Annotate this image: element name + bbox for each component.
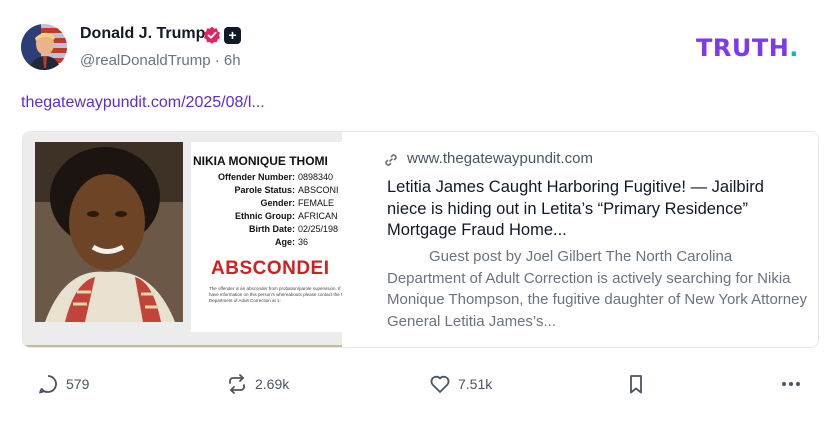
like-button[interactable]: 7.51k: [429, 372, 492, 396]
more-options-button[interactable]: [780, 372, 809, 396]
absconder-stamp: ABSCONDEI: [211, 258, 330, 279]
card-description-text: Guest post by Joel Gilbert The North Car…: [387, 248, 807, 330]
logo-text: TRUTH: [696, 34, 790, 62]
author-avatar[interactable]: [21, 24, 67, 70]
heart-icon: [430, 375, 450, 393]
info-row: Birth Date: 02/25/198: [248, 224, 339, 234]
card-title[interactable]: Letitia James Caught Harboring Fugitive!…: [387, 177, 797, 242]
image-bottom-border: [23, 345, 342, 347]
card-domain: www.thegatewaypundit.com: [407, 150, 593, 167]
retruth-count: 2.69k: [255, 376, 290, 392]
bookmark-button[interactable]: [625, 372, 654, 396]
link-chain-icon: [383, 152, 399, 168]
info-row: Gender: FEMALE: [260, 198, 335, 208]
fine-print: The offender is an absconder from probat…: [209, 286, 342, 303]
card-description: Guest post by Joel Gilbert The North Car…: [387, 246, 807, 332]
more-dots-icon: [782, 382, 800, 386]
truth-post: Donald J. Trump + @realDonaldTrump · 6h …: [0, 0, 840, 424]
like-count: 7.51k: [458, 376, 493, 392]
retruth-arrows-icon: [229, 374, 245, 394]
logo-dot: .: [789, 34, 799, 62]
info-row: Age: 36: [275, 237, 309, 247]
post-link[interactable]: thegatewaypundit.com/2025/08/l...: [21, 94, 265, 112]
verified-badge-icon: [203, 26, 221, 44]
author-handle[interactable]: @realDonaldTrump: [80, 52, 211, 69]
info-row: Parole Status: ABSCONI: [234, 185, 339, 195]
author-handle-line: @realDonaldTrump · 6h: [80, 52, 241, 69]
retruth-button[interactable]: 2.69k: [226, 372, 289, 396]
card-image: NIKIA MONIQUE THOMI Offender Number: 0898…: [23, 132, 342, 347]
reply-bubble-icon: [39, 375, 57, 394]
link-preview-card[interactable]: NIKIA MONIQUE THOMI Offender Number: 0898…: [22, 131, 819, 348]
post-time: · 6h: [214, 52, 241, 69]
bookmark-icon: [630, 375, 642, 394]
author-name[interactable]: Donald J. Trump: [80, 25, 205, 43]
reply-count: 579: [66, 376, 90, 392]
mugshot-photo: [35, 142, 183, 322]
truth-logo[interactable]: TRUTH.: [696, 34, 799, 62]
info-row: Ethnic Group: AFRICAN: [235, 211, 338, 221]
mugshot-info-panel: NIKIA MONIQUE THOMI Offender Number: 0898…: [191, 142, 342, 332]
plus-badge-icon: +: [224, 27, 241, 44]
offender-name: NIKIA MONIQUE THOMI: [193, 154, 328, 168]
reply-button[interactable]: 579: [37, 372, 89, 396]
info-row: Offender Number: 0898340: [217, 172, 334, 182]
